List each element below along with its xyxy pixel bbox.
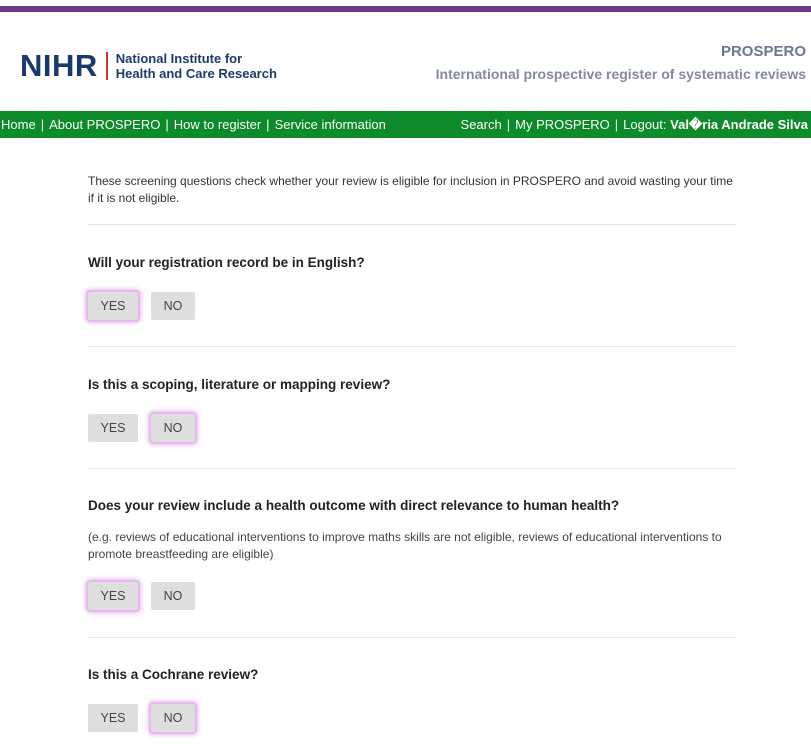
- top-accent-bar: [0, 6, 811, 12]
- question-3-note: (e.g. reviews of educational interventio…: [88, 530, 722, 561]
- nav-right: Search | My PROSPERO | Logout: Val�ria Andra…: [461, 117, 808, 133]
- q3-no-button[interactable]: NO: [151, 582, 195, 610]
- nav-user-name: Val�ria Andrade Silva: [670, 117, 808, 132]
- q1-no-button[interactable]: NO: [151, 292, 195, 320]
- question-1: Will your registration record be in Engl…: [88, 255, 365, 270]
- nav-separator: |: [266, 117, 270, 132]
- divider: [88, 468, 736, 469]
- q4-no-button[interactable]: NO: [151, 704, 195, 732]
- nav-separator: |: [165, 117, 169, 132]
- brand-title: PROSPERO: [720, 43, 806, 60]
- nav-about[interactable]: About PROSPERO: [49, 117, 160, 132]
- logo-line-1: National Institute for: [115, 50, 243, 66]
- question-2: Is this a scoping, literature or mapping…: [88, 377, 391, 392]
- nav-logout[interactable]: Logout:: [623, 117, 666, 132]
- nav-separator: |: [40, 117, 45, 132]
- question-3: Does your review include a health outcom…: [88, 498, 620, 513]
- logo-mark: NIHR: [20, 48, 98, 83]
- logo-line-2: Health and Care Research: [115, 65, 277, 81]
- nihr-logo[interactable]: NIHR National Institute for Health and C…: [20, 50, 277, 81]
- logo-text: National Institute for Health and Care R…: [116, 51, 277, 81]
- q2-yes-button[interactable]: YES: [88, 414, 138, 442]
- brand-subtitle: International prospective register of sy…: [435, 66, 806, 82]
- logo-divider: [105, 51, 108, 80]
- nav-separator: |: [506, 117, 511, 132]
- divider: [88, 346, 736, 347]
- q4-yes-button[interactable]: YES: [88, 704, 138, 732]
- nav-search[interactable]: Search: [461, 117, 502, 132]
- divider: [88, 224, 736, 225]
- nav-left: Home | About PROSPERO | How to register | Serv…: [1, 117, 386, 132]
- nav-how-to-register[interactable]: How to register: [174, 117, 261, 132]
- intro-text: These screening questions check whether …: [88, 174, 733, 205]
- nav-home[interactable]: Home: [1, 117, 36, 132]
- divider: [88, 637, 736, 638]
- q2-no-button[interactable]: NO: [151, 414, 195, 442]
- nav-my-prospero[interactable]: My PROSPERO: [515, 117, 610, 132]
- q3-yes-button[interactable]: YES: [88, 582, 138, 610]
- q1-yes-button[interactable]: YES: [88, 292, 138, 320]
- brand-block: PROSPERO International prospective regis…: [436, 43, 806, 83]
- nav-service-info[interactable]: Service information: [275, 117, 386, 132]
- question-4: Is this a Cochrane review?: [88, 667, 259, 682]
- main-nav: Home | About PROSPERO | How to register | Serv…: [0, 111, 811, 138]
- nav-separator: |: [614, 117, 619, 132]
